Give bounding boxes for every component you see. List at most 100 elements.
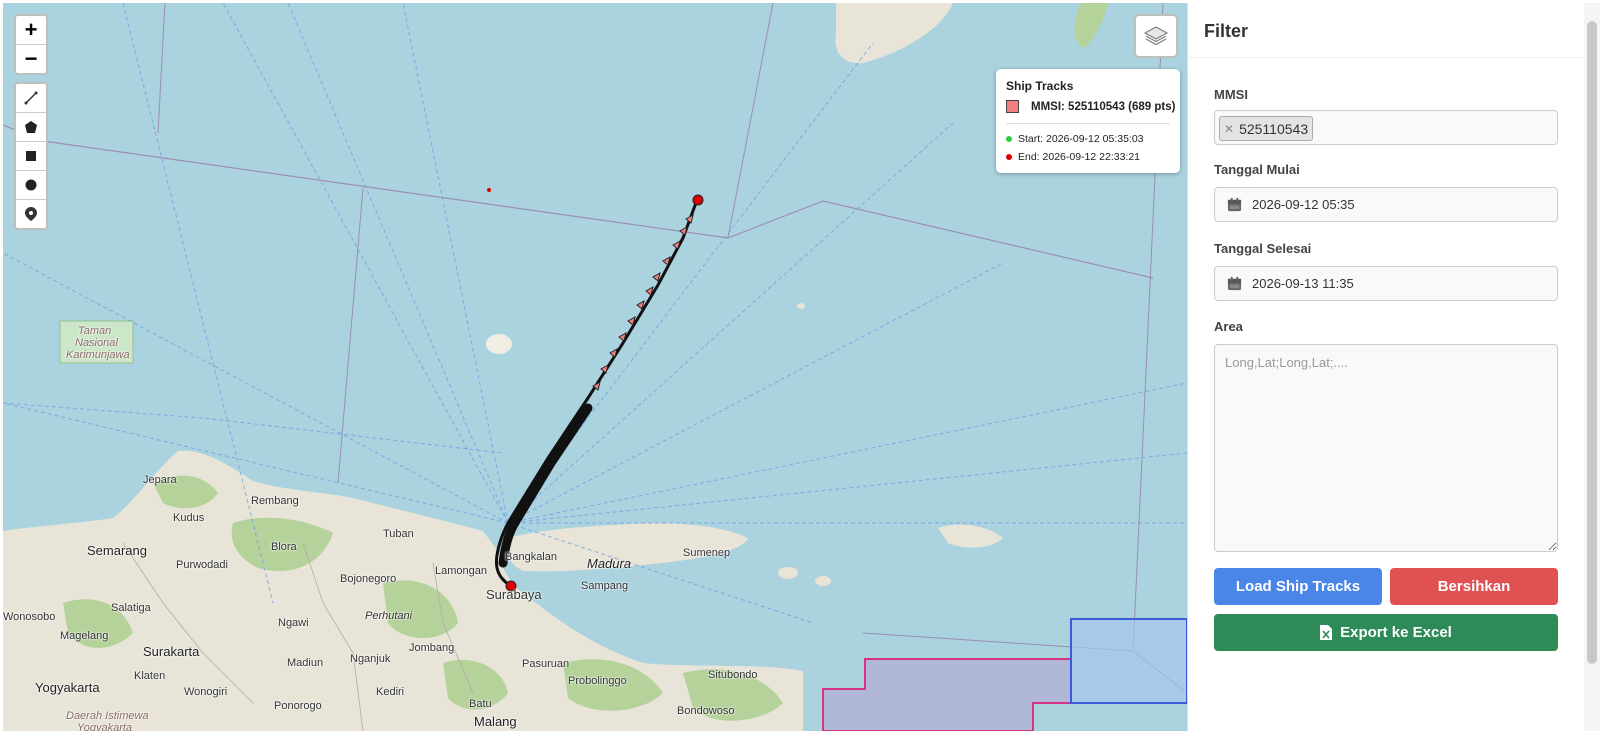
end-date-input[interactable]: 2026-09-13 11:35 (1214, 266, 1558, 301)
legend-vessel-entry: MMSI: 525110543 (689 pts) (1006, 100, 1175, 113)
bawean-island (486, 334, 512, 354)
place-label: Malang (474, 714, 517, 729)
start-date-input[interactable]: 2026-09-12 05:35 (1214, 187, 1558, 222)
legend-divider (1006, 123, 1170, 124)
place-label: Pasuruan (522, 658, 570, 670)
place-label: Probolinggo (568, 675, 627, 687)
draw-toolbar (14, 82, 48, 230)
place-label: Bondowoso (677, 705, 735, 717)
island-north (1074, 3, 1108, 48)
panel-scrollbar[interactable] (1584, 3, 1600, 731)
place-label: Jepara (143, 474, 177, 486)
zone-magenta (822, 658, 1072, 731)
ship-tracks-legend: Ship Tracks MMSI: 525110543 (689 pts) St… (996, 69, 1180, 173)
ship-track-arrows (592, 213, 694, 391)
place-label: Sumenep (683, 547, 731, 559)
zone-blue (1070, 618, 1187, 704)
mmsi-select[interactable]: ✕ 525110543 (1214, 110, 1558, 145)
start-dot-icon (1006, 136, 1012, 142)
place-label: Lamongan (435, 565, 487, 577)
small-island (797, 303, 805, 309)
small-island (815, 576, 831, 586)
place-label: Ponorogo (274, 700, 322, 712)
export-excel-label: Export ke Excel (1340, 624, 1452, 641)
scrollbar-thumb[interactable] (1587, 21, 1597, 664)
legend-start-label: Start: 2026-09-12 05:35:03 (1018, 133, 1144, 145)
place-label: Jombang (409, 642, 455, 654)
place-label: Batu (469, 698, 492, 710)
end-date-value: 2026-09-13 11:35 (1252, 276, 1354, 291)
end-date-label: Tanggal Selesai (1214, 241, 1312, 256)
place-label: Nasional (75, 337, 118, 349)
zoom-in-button[interactable]: + (16, 16, 46, 44)
place-label: Purwodadi (176, 559, 228, 571)
place-label: Madiun (287, 657, 324, 669)
place-label: Kediri (376, 686, 405, 698)
app: Taman Nasional Karimunjawa Jepara Remban… (0, 0, 1600, 731)
boundary-line (727, 3, 774, 239)
export-excel-button[interactable]: Export ke Excel (1214, 614, 1558, 651)
place-label: Taman (78, 325, 112, 337)
kangean-island (938, 524, 1003, 548)
polygon-icon[interactable] (16, 112, 46, 141)
boundary-line (42, 140, 1154, 279)
remove-tag-icon[interactable]: ✕ (1224, 122, 1234, 136)
place-label: Yogyakarta (77, 722, 133, 731)
legend-title: Ship Tracks (1006, 79, 1074, 93)
stray-point (487, 188, 491, 192)
place-label: Situbondo (708, 669, 758, 681)
track-color-swatch (1006, 100, 1019, 113)
place-label: Wonosobo (3, 611, 56, 623)
layers-icon (1143, 26, 1169, 46)
legend-end-entry: End: 2026-09-12 22:33:21 (1006, 151, 1140, 163)
calendar-icon (1227, 276, 1242, 291)
circle-icon[interactable] (16, 170, 46, 199)
area-textarea[interactable] (1214, 344, 1558, 552)
map-view[interactable]: Taman Nasional Karimunjawa Jepara Remban… (3, 3, 1187, 731)
mmsi-tag-value: 525110543 (1239, 120, 1309, 137)
place-label: Surakarta (143, 644, 200, 659)
place-label: Blora (271, 541, 297, 553)
small-island (778, 567, 798, 579)
place-label: Ngawi (278, 617, 309, 629)
place-label: Rembang (251, 495, 299, 507)
filter-header: Filter (1188, 3, 1585, 58)
place-label: Bangkalan (505, 551, 557, 563)
mmsi-label: MMSI (1214, 87, 1248, 102)
filter-title: Filter (1204, 21, 1249, 41)
place-label: Karimunjawa (66, 349, 130, 361)
rectangle-icon[interactable] (16, 141, 46, 170)
zoom-control: + − (14, 14, 48, 75)
place-label: Daerah Istimewa (66, 710, 149, 722)
polyline-icon[interactable] (16, 84, 46, 112)
kalimantan-land (835, 3, 953, 64)
place-label: Magelang (60, 630, 109, 642)
place-label: Sampang (581, 580, 629, 592)
place-label: Yogyakarta (35, 680, 100, 695)
layers-button[interactable] (1134, 14, 1178, 58)
place-label: Semarang (87, 543, 147, 558)
load-ship-tracks-button[interactable]: Load Ship Tracks (1214, 568, 1382, 605)
filter-panel: Filter MMSI ✕ 525110543 Tanggal Mulai 20… (1187, 3, 1585, 731)
end-dot-icon (1006, 154, 1012, 160)
legend-vessel-label: MMSI: 525110543 (689 pts) (1031, 100, 1176, 113)
place-label: Kudus (173, 512, 205, 524)
place-label: Wonogiri (184, 686, 228, 698)
track-end-marker (692, 194, 704, 206)
marker-icon[interactable] (16, 199, 46, 228)
excel-file-icon (1320, 625, 1333, 640)
place-label: Klaten (134, 670, 166, 682)
boundary-line (157, 3, 166, 134)
zoom-out-button[interactable]: − (16, 44, 46, 73)
place-label: Tuban (383, 528, 414, 540)
place-label: Bojonegoro (340, 573, 397, 585)
start-date-label: Tanggal Mulai (1214, 162, 1300, 177)
start-date-value: 2026-09-12 05:35 (1252, 197, 1355, 212)
legend-end-label: End: 2026-09-12 22:33:21 (1018, 151, 1141, 163)
place-label: Perhutani (365, 610, 413, 622)
clear-button[interactable]: Bersihkan (1390, 568, 1558, 605)
place-label: Salatiga (111, 602, 151, 614)
place-label: Nganjuk (350, 653, 391, 665)
mmsi-tag: ✕ 525110543 (1219, 116, 1314, 141)
place-label: Surabaya (486, 587, 542, 602)
